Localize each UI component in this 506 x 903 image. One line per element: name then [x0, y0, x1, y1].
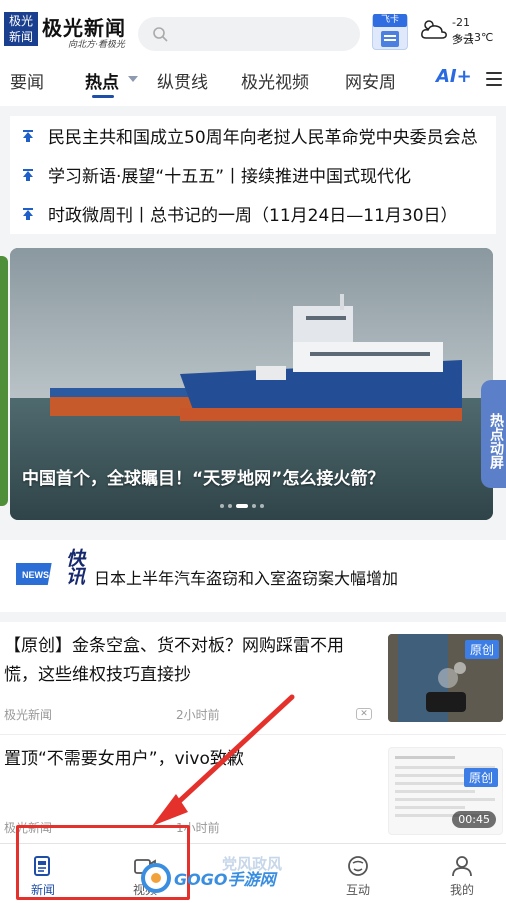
watermark-logo-icon: [141, 863, 171, 893]
watermark-text: GOGO手游网: [174, 870, 276, 889]
site-watermark: GOGO手游网: [140, 860, 300, 900]
annotation-arrow: [152, 694, 295, 826]
